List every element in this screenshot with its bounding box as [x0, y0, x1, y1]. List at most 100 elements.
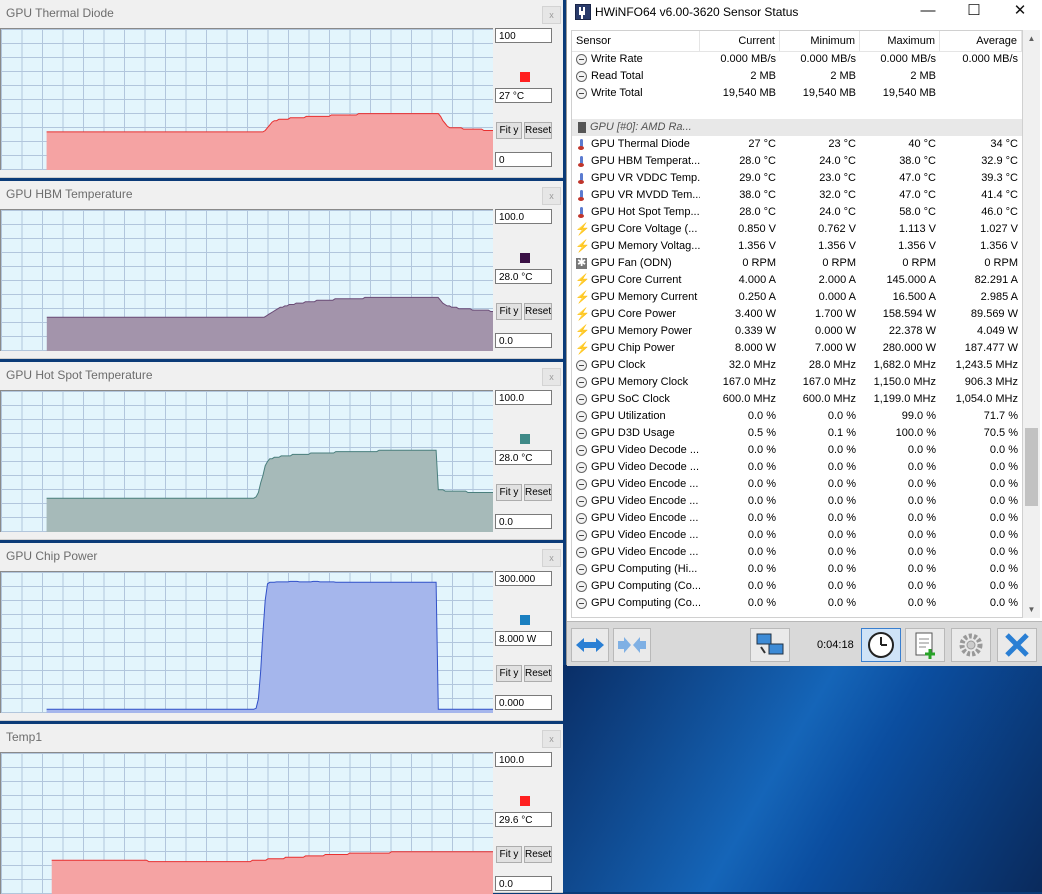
sensor-name: GPU Video Encode ... [591, 512, 699, 524]
sensor-row[interactable]: GPU Video Encode ... 0.0 % 0.0 % 0.0 % 0… [572, 493, 1022, 510]
average-cell: 1,054.0 MHz [955, 393, 1018, 405]
sensor-row[interactable]: GPU Core Power 3.400 W 1.700 W 158.594 W… [572, 306, 1022, 323]
current-cell: 0.0 % [747, 546, 776, 558]
sensor-name-cell: GPU Core Voltage (... [572, 221, 700, 238]
sensor-name-cell: GPU Memory Power [572, 323, 700, 340]
close-button[interactable]: ✕ [997, 0, 1042, 24]
sensor-row[interactable]: GPU Memory Current 0.250 A 0.000 A 16.50… [572, 289, 1022, 306]
window-title: HWiNFO64 v6.00-3620 Sensor Status [595, 5, 799, 19]
sensor-row[interactable]: GPU Video Encode ... 0.0 % 0.0 % 0.0 % 0… [572, 510, 1022, 527]
reset-button[interactable]: Reset [524, 665, 552, 682]
sensor-row[interactable]: GPU Fan (ODN) 0 RPM 0 RPM 0 RPM 0 RPM [572, 255, 1022, 272]
expand-columns-button[interactable] [571, 628, 609, 662]
scroll-up-arrow-icon[interactable]: ▲ [1023, 30, 1040, 47]
sensor-name-cell: GPU VR VDDC Temp... [572, 170, 700, 187]
reset-button[interactable]: Reset [524, 303, 552, 320]
vertical-scrollbar[interactable]: ▲ ▼ [1023, 30, 1040, 618]
sensor-name: GPU Core Current [591, 274, 682, 286]
clock-sensor-icon [576, 513, 587, 524]
sensor-row[interactable]: GPU Clock 32.0 MHz 28.0 MHz 1,682.0 MHz … [572, 357, 1022, 374]
column-header-minimum[interactable]: Minimum [780, 31, 860, 51]
reset-button[interactable]: Reset [524, 846, 552, 863]
sensor-name: GPU Fan (ODN) [591, 257, 672, 269]
network-button[interactable] [750, 628, 790, 662]
sensor-row[interactable]: GPU Thermal Diode 27 °C 23 °C 40 °C 34 °… [572, 136, 1022, 153]
graph-close-button[interactable]: x [542, 730, 561, 748]
sensor-row[interactable]: GPU Video Decode ... 0.0 % 0.0 % 0.0 % 0… [572, 459, 1022, 476]
sensor-row[interactable]: GPU Hot Spot Temp... 28.0 °C 24.0 °C 58.… [572, 204, 1022, 221]
sensor-row[interactable]: GPU Computing (Co... 0.0 % 0.0 % 0.0 % 0… [572, 595, 1022, 612]
sensor-row[interactable]: GPU Core Current 4.000 A 2.000 A 145.000… [572, 272, 1022, 289]
sensor-row[interactable]: GPU VR VDDC Temp... 29.0 °C 23.0 °C 47.0… [572, 170, 1022, 187]
graph-close-button[interactable]: x [542, 187, 561, 205]
minimize-button[interactable]: — [905, 0, 951, 24]
sensor-row[interactable]: GPU Chip Power 8.000 W 7.000 W 280.000 W… [572, 340, 1022, 357]
sensor-row[interactable] [572, 102, 1022, 119]
scroll-down-arrow-icon[interactable]: ▼ [1023, 601, 1040, 618]
sensor-row[interactable]: Write Rate 0.000 MB/s 0.000 MB/s 0.000 M… [572, 51, 1022, 68]
sensor-row[interactable]: GPU Utilization 0.0 % 0.0 % 99.0 % 71.7 … [572, 408, 1022, 425]
average-cell: 0.0 % [989, 529, 1018, 541]
title-bar[interactable]: HWiNFO64 v6.00-3620 Sensor Status — ☐ ✕ [567, 0, 1042, 24]
graph-color-swatch[interactable] [520, 796, 530, 806]
table-body: Write Rate 0.000 MB/s 0.000 MB/s 0.000 M… [572, 51, 1022, 612]
column-header-sensor[interactable]: Sensor [572, 31, 700, 51]
graph-color-swatch[interactable] [520, 434, 530, 444]
sensor-row[interactable]: GPU VR MVDD Tem... 38.0 °C 32.0 °C 47.0 … [572, 187, 1022, 204]
graph-color-swatch[interactable] [520, 72, 530, 82]
reset-button[interactable]: Reset [524, 484, 552, 501]
sensor-row[interactable]: Read Total 2 MB 2 MB 2 MB [572, 68, 1022, 85]
fit-y-button[interactable]: Fit y [496, 303, 522, 320]
sensor-row[interactable]: GPU Memory Voltag... 1.356 V 1.356 V 1.3… [572, 238, 1022, 255]
graph-close-button[interactable]: x [542, 6, 561, 24]
sensor-row[interactable]: GPU HBM Temperat... 28.0 °C 24.0 °C 38.0… [572, 153, 1022, 170]
reset-button[interactable]: Reset [524, 122, 552, 139]
maximize-button[interactable]: ☐ [951, 0, 997, 24]
fit-y-button[interactable]: Fit y [496, 122, 522, 139]
current-cell: 600.0 MHz [722, 393, 776, 405]
collapse-columns-button[interactable] [613, 628, 651, 662]
graph-color-swatch[interactable] [520, 253, 530, 263]
sensor-row[interactable]: GPU D3D Usage 0.5 % 0.1 % 100.0 % 70.5 % [572, 425, 1022, 442]
sensor-row[interactable]: GPU Video Encode ... 0.0 % 0.0 % 0.0 % 0… [572, 476, 1022, 493]
fit-y-button[interactable]: Fit y [496, 665, 522, 682]
sensor-name-cell: GPU Video Encode ... [572, 493, 700, 510]
sensor-group-row[interactable]: GPU [#0]: AMD Ra... [572, 119, 1022, 136]
average-cell [940, 68, 1022, 85]
maximum-cell: 1.356 V [898, 240, 936, 252]
current-cell: 0.0 % [747, 444, 776, 456]
graph-close-button[interactable]: x [542, 549, 561, 567]
graph-close-button[interactable]: x [542, 368, 561, 386]
network-computers-icon [756, 633, 784, 655]
current-cell: 0.0 % [747, 563, 776, 575]
sensor-row[interactable]: GPU Video Encode ... 0.0 % 0.0 % 0.0 % 0… [572, 527, 1022, 544]
minimum-cell [780, 102, 860, 119]
column-header-current[interactable]: Current [700, 31, 780, 51]
settings-button[interactable] [951, 628, 991, 662]
sensor-row[interactable]: GPU Computing (Co... 0.0 % 0.0 % 0.0 % 0… [572, 578, 1022, 595]
fit-y-button[interactable]: Fit y [496, 846, 522, 863]
fit-y-button[interactable]: Fit y [496, 484, 522, 501]
sensor-row[interactable]: GPU Core Voltage (... 0.850 V 0.762 V 1.… [572, 221, 1022, 238]
clock-sensor-icon [576, 428, 587, 439]
clock-sensor-icon [576, 411, 587, 422]
reset-timer-button[interactable] [861, 628, 901, 662]
sensor-row[interactable]: GPU Memory Power 0.339 W 0.000 W 22.378 … [572, 323, 1022, 340]
sensor-row[interactable]: GPU Computing (Hi... 0.0 % 0.0 % 0.0 % 0… [572, 561, 1022, 578]
column-header-maximum[interactable]: Maximum [860, 31, 940, 51]
logging-button[interactable] [905, 628, 945, 662]
close-sensors-button[interactable] [997, 628, 1037, 662]
thermometer-icon [576, 139, 587, 150]
column-header-average[interactable]: Average [940, 31, 1022, 51]
sensor-row[interactable]: GPU Video Encode ... 0.0 % 0.0 % 0.0 % 0… [572, 544, 1022, 561]
sensor-row[interactable]: Write Total 19,540 MB 19,540 MB 19,540 M… [572, 85, 1022, 102]
clock-sensor-icon [576, 496, 587, 507]
sensor-row[interactable]: GPU Memory Clock 167.0 MHz 167.0 MHz 1,1… [572, 374, 1022, 391]
scrollbar-thumb[interactable] [1025, 428, 1038, 506]
sensor-row[interactable]: GPU Video Decode ... 0.0 % 0.0 % 0.0 % 0… [572, 442, 1022, 459]
sensor-name: GPU Core Voltage (... [591, 223, 698, 235]
graph-color-swatch[interactable] [520, 615, 530, 625]
graph-min-value: 0.0 [495, 333, 552, 348]
sensor-name: GPU Video Encode ... [591, 529, 699, 541]
sensor-row[interactable]: GPU SoC Clock 600.0 MHz 600.0 MHz 1,199.… [572, 391, 1022, 408]
